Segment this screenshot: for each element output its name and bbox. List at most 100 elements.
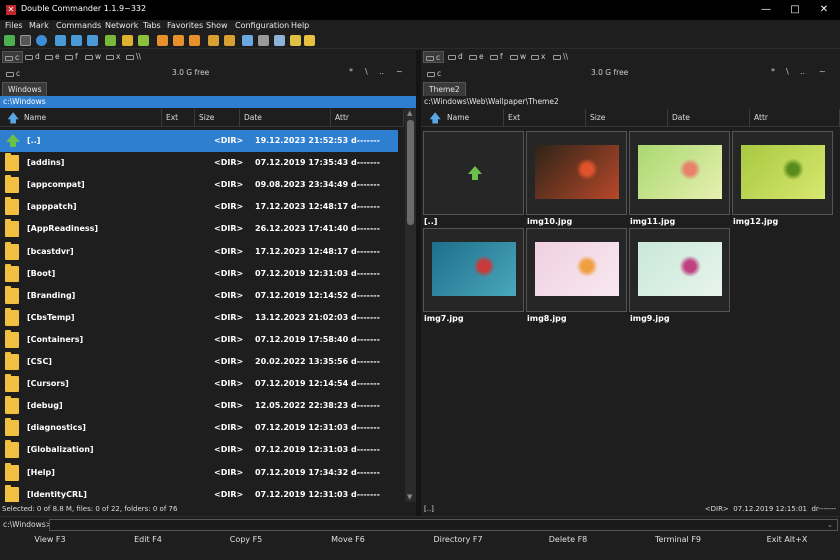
- copy-f5-button[interactable]: Copy F5: [196, 532, 296, 548]
- chevron-down-icon[interactable]: ⌄: [827, 521, 833, 529]
- right-col-date[interactable]: Date: [668, 109, 750, 127]
- compare-icon[interactable]: [242, 35, 253, 46]
- sync-icon[interactable]: [258, 35, 269, 46]
- left-scrollbar[interactable]: ▲ ▼: [405, 108, 416, 502]
- select-icon[interactable]: [157, 35, 168, 46]
- right-col-name[interactable]: Name: [443, 109, 504, 127]
- table-row[interactable]: [IdentityCRL] <DIR> 07.12.2019 12:31:03 d-…: [0, 484, 398, 502]
- unpack-icon[interactable]: [224, 35, 235, 46]
- table-row[interactable]: [debug] <DIR> 12.05.2022 22:38:23 d-------: [0, 395, 398, 417]
- table-row[interactable]: [CbsTemp] <DIR> 13.12.2023 21:02:03 d-----…: [0, 307, 398, 329]
- menu-show[interactable]: Show: [206, 21, 228, 30]
- left-col-name[interactable]: Name: [20, 109, 162, 127]
- terminal-icon[interactable]: [20, 35, 31, 46]
- right-tab-theme2[interactable]: Theme2: [423, 82, 466, 96]
- thumbnail-item[interactable]: [732, 131, 833, 215]
- thumbnail-item[interactable]: [423, 228, 524, 312]
- command-line-input[interactable]: ⌄: [49, 519, 838, 531]
- right-nav-root[interactable]: \: [786, 67, 789, 76]
- table-row[interactable]: [CSC] <DIR> 20.02.2022 13:35:56 d-------: [0, 351, 398, 373]
- split-icon[interactable]: [274, 35, 285, 46]
- right-col-attr[interactable]: Attr: [750, 109, 840, 127]
- left-file-list[interactable]: [..] <DIR> 19.12.2023 21:52:53 d------- [ad…: [0, 128, 404, 502]
- left-col-ext[interactable]: Ext: [162, 109, 195, 127]
- left-col-attr[interactable]: Attr: [331, 109, 404, 127]
- right-nav-home[interactable]: ~: [819, 67, 826, 76]
- menu-files[interactable]: Files: [5, 21, 23, 30]
- right-nav-parent[interactable]: ..: [800, 67, 805, 76]
- table-row[interactable]: [addins] <DIR> 07.12.2019 17:35:43 d------…: [0, 152, 398, 174]
- folder-icon[interactable]: [304, 35, 315, 46]
- left-col-date[interactable]: Date: [240, 109, 331, 127]
- refresh-icon[interactable]: [4, 35, 15, 46]
- close-button[interactable]: ✕: [810, 0, 838, 20]
- table-row[interactable]: [diagnostics] <DIR> 07.12.2019 12:31:03 d-…: [0, 417, 398, 439]
- right-col-ext[interactable]: Ext: [504, 109, 586, 127]
- right-drive-e[interactable]: e: [467, 51, 487, 63]
- maximize-button[interactable]: □: [781, 0, 809, 20]
- menu-network[interactable]: Network: [105, 21, 138, 30]
- right-nav-favorites[interactable]: *: [771, 67, 775, 76]
- left-drive-network[interactable]: \\: [124, 51, 144, 63]
- menu-tabs[interactable]: Tabs: [143, 21, 161, 30]
- scroll-down-icon[interactable]: ▼: [407, 493, 412, 501]
- right-drive-d[interactable]: d: [446, 51, 466, 63]
- menu-favorites[interactable]: Favorites: [167, 21, 203, 30]
- table-row[interactable]: [appcompat] <DIR> 09.08.2023 23:34:49 d---…: [0, 174, 398, 196]
- left-drive-e[interactable]: e: [43, 51, 63, 63]
- table-row[interactable]: [Cursors] <DIR> 07.12.2019 12:14:54 d-----…: [0, 373, 398, 395]
- thumbnail-item[interactable]: [629, 228, 730, 312]
- menu-mark[interactable]: Mark: [29, 21, 49, 30]
- table-row[interactable]: [Globalization] <DIR> 07.12.2019 12:31:03 …: [0, 439, 398, 461]
- right-drive-f[interactable]: f: [488, 51, 506, 63]
- table-row[interactable]: [Containers] <DIR> 07.12.2019 17:58:40 d--…: [0, 329, 398, 351]
- move-icon[interactable]: [138, 35, 149, 46]
- properties-icon[interactable]: [290, 35, 301, 46]
- right-col-size[interactable]: Size: [586, 109, 668, 127]
- thumbnail-item[interactable]: [526, 131, 627, 215]
- left-current-path[interactable]: c:\Windows: [0, 96, 416, 108]
- terminal-f9-button[interactable]: Terminal F9: [628, 532, 728, 548]
- left-drive-d[interactable]: d: [23, 51, 43, 63]
- left-nav-favorites[interactable]: *: [349, 67, 353, 76]
- left-drive-label[interactable]: c: [6, 68, 20, 80]
- menu-commands[interactable]: Commands: [56, 21, 101, 30]
- right-drive-c[interactable]: c: [423, 51, 445, 63]
- left-drive-w[interactable]: w: [83, 51, 104, 63]
- copy-icon[interactable]: [122, 35, 133, 46]
- left-drive-c[interactable]: c: [2, 51, 24, 63]
- parent-dir-row[interactable]: [..] <DIR> 19.12.2023 21:52:53 d-------: [0, 130, 398, 152]
- delete-icon[interactable]: [173, 35, 184, 46]
- delete-f8-button[interactable]: Delete F8: [518, 532, 618, 548]
- right-drive-w[interactable]: w: [508, 51, 529, 63]
- move-f6-button[interactable]: Move F6: [298, 532, 398, 548]
- view-full-icon[interactable]: [105, 35, 116, 46]
- thumbnail-item[interactable]: [526, 228, 627, 312]
- thumbnail-item[interactable]: [423, 131, 524, 215]
- right-thumbnail-grid[interactable]: [..] img10.jpg img11.jpg img12.jpg img7.jpg i…: [421, 128, 840, 502]
- left-tab-windows[interactable]: Windows: [2, 82, 48, 96]
- table-row[interactable]: [Branding] <DIR> 07.12.2019 12:14:52 d----…: [0, 285, 398, 307]
- menu-configuration[interactable]: Configuration: [235, 21, 289, 30]
- view-thumbnails-icon[interactable]: [87, 35, 98, 46]
- left-nav-parent[interactable]: ..: [379, 67, 384, 76]
- table-row[interactable]: [bcastdvr] <DIR> 17.12.2023 12:48:17 d----…: [0, 241, 398, 263]
- right-drive-network[interactable]: \\: [551, 51, 571, 63]
- right-current-path[interactable]: c:\Windows\Web\Wallpaper\Theme2: [421, 96, 840, 108]
- minimize-button[interactable]: —: [752, 0, 780, 20]
- scroll-up-icon[interactable]: ▲: [407, 109, 412, 117]
- left-nav-home[interactable]: ~: [396, 67, 403, 76]
- left-drive-f[interactable]: f: [63, 51, 81, 63]
- edit-f4-button[interactable]: Edit F4: [98, 532, 198, 548]
- search-files-icon[interactable]: [36, 35, 47, 46]
- right-drive-x[interactable]: x: [529, 51, 548, 63]
- right-drive-label[interactable]: c: [427, 68, 441, 80]
- table-row[interactable]: [AppReadiness] <DIR> 26.12.2023 17:41:40 d…: [0, 218, 398, 240]
- left-drive-x[interactable]: x: [104, 51, 123, 63]
- directory-f7-button[interactable]: Directory F7: [408, 532, 508, 548]
- scrollbar-thumb[interactable]: [407, 120, 414, 225]
- view-f3-button[interactable]: View F3: [0, 532, 100, 548]
- exit-button[interactable]: Exit Alt+X: [737, 532, 837, 548]
- thumbnail-item[interactable]: [629, 131, 730, 215]
- left-nav-root[interactable]: \: [365, 67, 368, 76]
